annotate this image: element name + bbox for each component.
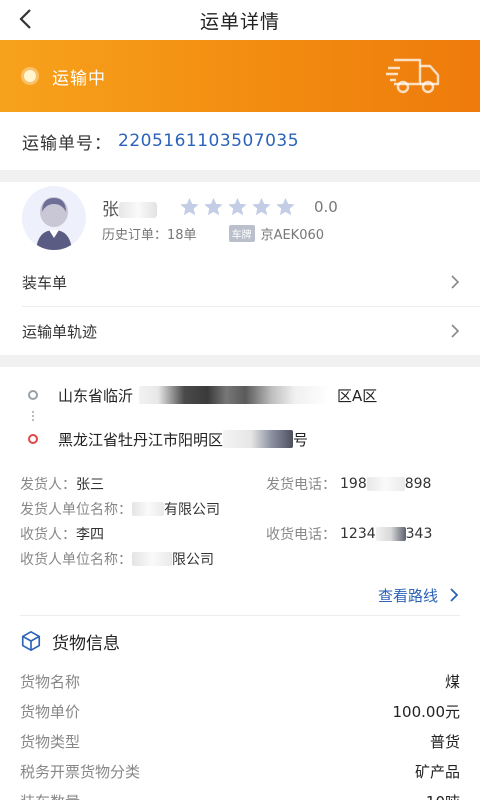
cargo-key: 货物名称: [20, 672, 81, 691]
cargo-value: 100.00元: [392, 702, 461, 721]
receiver-phone-label: 收货电话：: [266, 526, 336, 543]
receiver-phone-suffix: 343: [405, 525, 433, 542]
cargo-value: 普货: [429, 732, 460, 751]
destination-suffix: 号: [293, 430, 309, 449]
cargo-row: 货物单价 100.00元: [0, 696, 480, 726]
cargo-key: 货物类型: [20, 732, 81, 751]
section-gap: [0, 170, 480, 182]
cargo-key: 装车数量: [20, 791, 80, 800]
cargo-header: 货物信息: [0, 616, 480, 666]
receiver-company-row: 收货人单位名称： 限公司: [20, 546, 460, 571]
order-number-value: 2205161103507035: [118, 131, 300, 151]
cargo-key: 税务开票货物分类: [20, 762, 141, 781]
truck-icon: [386, 58, 440, 94]
status-banner: 运输中: [0, 40, 480, 112]
sender-row: 发货人： 张三 发货电话： 198 898: [20, 471, 460, 496]
plate-tag: 车牌: [228, 224, 255, 242]
chevron-left-icon: [19, 9, 31, 29]
loading-sheet-link[interactable]: 装车单: [0, 258, 480, 306]
origin-address: 山东省临沂 区A区: [0, 381, 480, 409]
destination-dot-icon: [28, 434, 38, 444]
sender-phone-label: 发货电话：: [266, 476, 336, 493]
driver-name-text: 张: [102, 199, 119, 220]
status-dot-icon: [24, 70, 36, 82]
contacts-block: 发货人： 张三 发货电话： 198 898 发货人单位名称： 有限公司 收货人：: [0, 453, 480, 571]
cargo-key: 货物单价: [20, 702, 81, 721]
chevron-right-icon: [450, 588, 459, 602]
blurred-name: [119, 201, 157, 218]
sender-label: 发货人：: [20, 476, 76, 493]
nav-bar: 运单详情: [0, 0, 480, 40]
order-number-label: 运输单号：: [22, 133, 112, 154]
cargo-row: 货物类型 普货: [0, 726, 480, 756]
chevron-right-icon: [451, 275, 460, 289]
cargo-row: 货物名称 煤: [0, 666, 480, 696]
destination-prefix: 黑龙江省牡丹江市阳明区: [58, 430, 224, 449]
waybill-detail-page: 运单详情 运输中 运输单号： 2205161103507035 张 0.0 历史…: [0, 0, 480, 800]
sender-company-suffix: 有限公司: [164, 501, 220, 518]
star-icon: [252, 197, 271, 216]
sender-phone-prefix: 198: [340, 475, 367, 492]
plate-number: 京AEK060: [260, 227, 325, 243]
blurred-phone: [366, 476, 405, 491]
history-label: 历史订单：: [102, 227, 168, 243]
history-count: 18单: [167, 227, 197, 243]
order-number-row: 运输单号： 2205161103507035: [0, 112, 480, 170]
receiver-company-suffix: 限公司: [172, 551, 214, 568]
route-section: 山东省临沂 区A区 黑龙江省牡丹江市阳明区 号 发货人： 张三 发货电话： 19…: [0, 367, 480, 800]
star-icon: [204, 197, 223, 216]
cargo-value: 煤: [444, 672, 460, 691]
driver-info: 张 0.0 历史订单： 18单 车牌 京AEK060: [102, 192, 480, 244]
receiver-row: 收货人： 李四 收货电话： 1234 343: [20, 521, 460, 546]
star-icon: [228, 197, 247, 216]
driver-name: 张: [102, 195, 172, 220]
avatar: [22, 186, 86, 250]
status-text: 运输中: [52, 68, 106, 89]
sender-company-label: 发货人单位名称：: [20, 501, 132, 518]
origin-prefix: 山东省临沂: [58, 386, 134, 405]
origin-suffix: 区A区: [337, 386, 378, 405]
blurred-address: [223, 430, 294, 448]
package-icon: [21, 631, 41, 651]
rating-stars: [178, 196, 298, 218]
cargo-value: 矿产品: [414, 762, 460, 781]
track-link[interactable]: 运输单轨迹: [0, 307, 480, 355]
cargo-value: 10吨: [426, 791, 460, 800]
star-icon: [180, 197, 199, 216]
avatar-person-icon: [36, 197, 72, 250]
receiver-name: 李四: [76, 526, 104, 543]
cargo-row: 装车数量 10吨: [0, 786, 480, 800]
driver-card: 张 0.0 历史订单： 18单 车牌 京AEK060 装车单 运输单轨迹: [0, 182, 480, 355]
page-title: 运单详情: [199, 10, 280, 33]
star-icon: [276, 197, 295, 216]
receiver-label: 收货人：: [20, 526, 76, 543]
section-gap: [0, 355, 480, 367]
chevron-right-icon: [451, 324, 460, 338]
sender-name: 张三: [76, 476, 104, 493]
loading-sheet-label: 装车单: [22, 273, 68, 292]
blurred-company: [132, 551, 172, 566]
blurred-address: [139, 386, 330, 404]
receiver-company-label: 收货人单位名称：: [20, 551, 132, 568]
view-route-button[interactable]: 查看路线: [0, 575, 480, 615]
track-label: 运输单轨迹: [22, 322, 98, 341]
blurred-address: [329, 386, 338, 404]
back-button[interactable]: [10, 4, 40, 34]
driver-row: 张 0.0 历史订单： 18单 车牌 京AEK060: [0, 182, 480, 254]
destination-address: 黑龙江省牡丹江市阳明区 号: [0, 425, 480, 453]
cargo-row: 税务开票货物分类 矿产品: [0, 756, 480, 786]
receiver-phone-prefix: 1234: [340, 525, 376, 542]
rating-value: 0.0: [314, 198, 338, 216]
sender-company-row: 发货人单位名称： 有限公司: [20, 496, 460, 521]
cargo-title: 货物信息: [52, 633, 120, 654]
blurred-phone: [375, 526, 406, 541]
origin-dot-icon: [28, 390, 38, 400]
route-connector: [0, 411, 480, 425]
sender-phone-suffix: 898: [404, 475, 432, 492]
view-route-label: 查看路线: [377, 586, 438, 605]
blurred-company: [132, 501, 164, 516]
